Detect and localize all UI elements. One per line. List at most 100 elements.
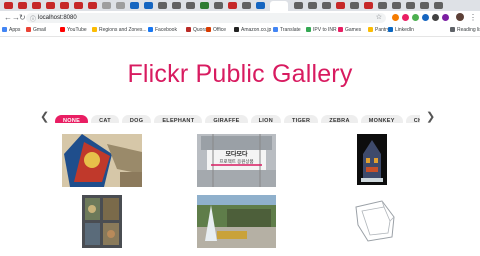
photo-lit-building-night-art <box>357 134 387 185</box>
bookmark-label: YouTube <box>67 27 87 33</box>
browser-tab[interactable] <box>214 2 223 9</box>
extension-icon[interactable] <box>412 14 419 21</box>
bookmarks-bar: Apps Gmail YouTube Regions and Zones... Face… <box>0 25 480 37</box>
menu-icon[interactable]: ⋮ <box>469 13 477 23</box>
bookmark-pantry[interactable]: Pantry <box>368 27 389 34</box>
filter-chip-monkey[interactable]: MONKEY <box>360 115 403 123</box>
browser-tab[interactable] <box>74 2 83 9</box>
browser-tab[interactable] <box>294 2 303 9</box>
photo-knitted-items[interactable] <box>62 134 142 187</box>
extension-icon[interactable] <box>442 14 449 21</box>
browser-tab[interactable] <box>392 2 401 9</box>
filter-chip-none[interactable]: NONE <box>55 115 89 123</box>
browser-tab[interactable] <box>420 2 429 9</box>
chevron-right-icon[interactable]: ❯ <box>426 110 435 123</box>
bookmark-ipv-to-inr[interactable]: IPV to INR <box>306 27 337 34</box>
chevron-left-icon[interactable]: ❮ <box>40 110 49 123</box>
filter-chip-tiger[interactable]: TIGER <box>283 115 319 123</box>
browser-tab[interactable] <box>378 2 387 9</box>
bookmark-favicon-icon <box>450 27 455 32</box>
bookmark-favicon-icon <box>186 27 191 32</box>
filter-chip-giraffe[interactable]: GIRAFFE <box>205 115 248 123</box>
star-icon[interactable]: ☆ <box>376 13 382 21</box>
browser-tab[interactable] <box>60 2 69 9</box>
back-icon[interactable]: ← <box>4 13 12 23</box>
browser-tab[interactable] <box>130 2 139 9</box>
filter-chip-dog[interactable]: DOG <box>121 115 152 123</box>
browser-tab[interactable] <box>32 2 41 9</box>
bookmark-favicon-icon <box>273 27 278 32</box>
photo-line-drawing-model[interactable] <box>352 197 398 244</box>
bookmark-favicon-icon <box>234 27 239 32</box>
browser-tab[interactable] <box>434 2 443 9</box>
bookmark-youtube[interactable]: YouTube <box>60 27 87 34</box>
bookmark-label: Gmail <box>33 27 47 33</box>
filter-chip-elephant[interactable]: ELEPHANT <box>154 115 203 123</box>
browser-tab-active[interactable] <box>270 1 288 11</box>
photo-korean-storefront[interactable]: 모다모다 프로젝트 응원상품 <box>197 134 276 187</box>
browser-tab[interactable] <box>172 2 181 9</box>
bookmark-quora[interactable]: Quora <box>186 27 207 34</box>
bookmark-label: Apps <box>9 27 21 33</box>
browser-tab[interactable] <box>102 2 111 9</box>
bookmark-reading-list[interactable]: Reading list <box>450 27 480 34</box>
reload-icon[interactable]: ↻ <box>19 13 26 23</box>
bookmark-office[interactable]: Office <box>206 27 226 34</box>
browser-tab-strip <box>0 0 480 11</box>
browser-tab[interactable] <box>46 2 55 9</box>
bookmark-translate[interactable]: Translate <box>273 27 301 34</box>
bookmark-label: Regions and Zones... <box>99 27 147 33</box>
filter-chip-zebra[interactable]: ZEBRA <box>321 115 358 123</box>
browser-tab[interactable] <box>116 2 125 9</box>
bookmark-games[interactable]: Games <box>338 27 361 34</box>
photo-knitted-items-art <box>62 134 142 187</box>
photo-line-drawing-model-art <box>355 200 395 242</box>
extension-icon[interactable] <box>432 14 439 21</box>
browser-tab[interactable] <box>406 2 415 9</box>
browser-tab[interactable] <box>144 2 153 9</box>
address-bar[interactable]: ⓘ localhost:8080 ☆ <box>26 13 386 23</box>
extension-icon[interactable] <box>422 14 429 21</box>
avatar[interactable] <box>456 13 464 21</box>
bookmark-facebook[interactable]: Facebook <box>148 27 177 34</box>
photo-fountain-plaza[interactable] <box>197 195 276 248</box>
extension-icon[interactable] <box>402 14 409 21</box>
browser-tab[interactable] <box>4 2 13 9</box>
bookmark-label: Office <box>213 27 226 33</box>
browser-tab[interactable] <box>308 2 317 9</box>
bookmark-favicon-icon <box>206 27 211 32</box>
browser-tab[interactable] <box>364 2 373 9</box>
browser-tab[interactable] <box>256 2 265 9</box>
browser-tab[interactable] <box>322 2 331 9</box>
sign-line-1: 모다모다 <box>225 152 248 158</box>
info-icon[interactable]: ⓘ <box>30 14 36 23</box>
browser-tab[interactable] <box>242 2 251 9</box>
extension-icon[interactable] <box>392 14 399 21</box>
photo-lit-building-night[interactable] <box>357 134 387 185</box>
browser-tab[interactable] <box>18 2 27 9</box>
photo-display-case[interactable] <box>82 195 122 248</box>
browser-tab[interactable] <box>186 2 195 9</box>
bookmark-favicon-icon <box>148 27 153 32</box>
browser-tab[interactable] <box>228 2 237 9</box>
bookmark-favicon-icon <box>306 27 311 32</box>
filter-chip-cat[interactable]: CAT <box>91 115 119 123</box>
browser-tab[interactable] <box>158 2 167 9</box>
filter-chip-lion[interactable]: LION <box>250 115 281 123</box>
bookmark-favicon-icon <box>92 27 97 32</box>
bookmark-label: Reading list <box>457 27 480 33</box>
page-title: Flickr Public Gallery <box>127 60 353 88</box>
bookmark-linkedin[interactable]: LinkedIn <box>388 27 414 34</box>
bookmark-regions-and-zones[interactable]: Regions and Zones... <box>92 27 147 34</box>
filter-chip-chimpanzee[interactable]: CHIMPANZEE <box>405 115 420 123</box>
browser-tab[interactable] <box>88 2 97 9</box>
browser-tab[interactable] <box>350 2 359 9</box>
filter-chip-bar: NONE CAT DOG ELEPHANT GIRAFFE LION TIGER ZEBRA M… <box>55 109 420 123</box>
bookmark-amazon-co-jp[interactable]: Amazon.co.jp <box>234 27 271 34</box>
bookmark-apps[interactable]: Apps <box>2 27 20 34</box>
bookmark-gmail[interactable]: Gmail <box>26 27 46 34</box>
browser-tab[interactable] <box>336 2 345 9</box>
bookmark-favicon-icon <box>60 27 65 32</box>
bookmark-favicon-icon <box>388 27 393 32</box>
browser-tab[interactable] <box>200 2 209 9</box>
